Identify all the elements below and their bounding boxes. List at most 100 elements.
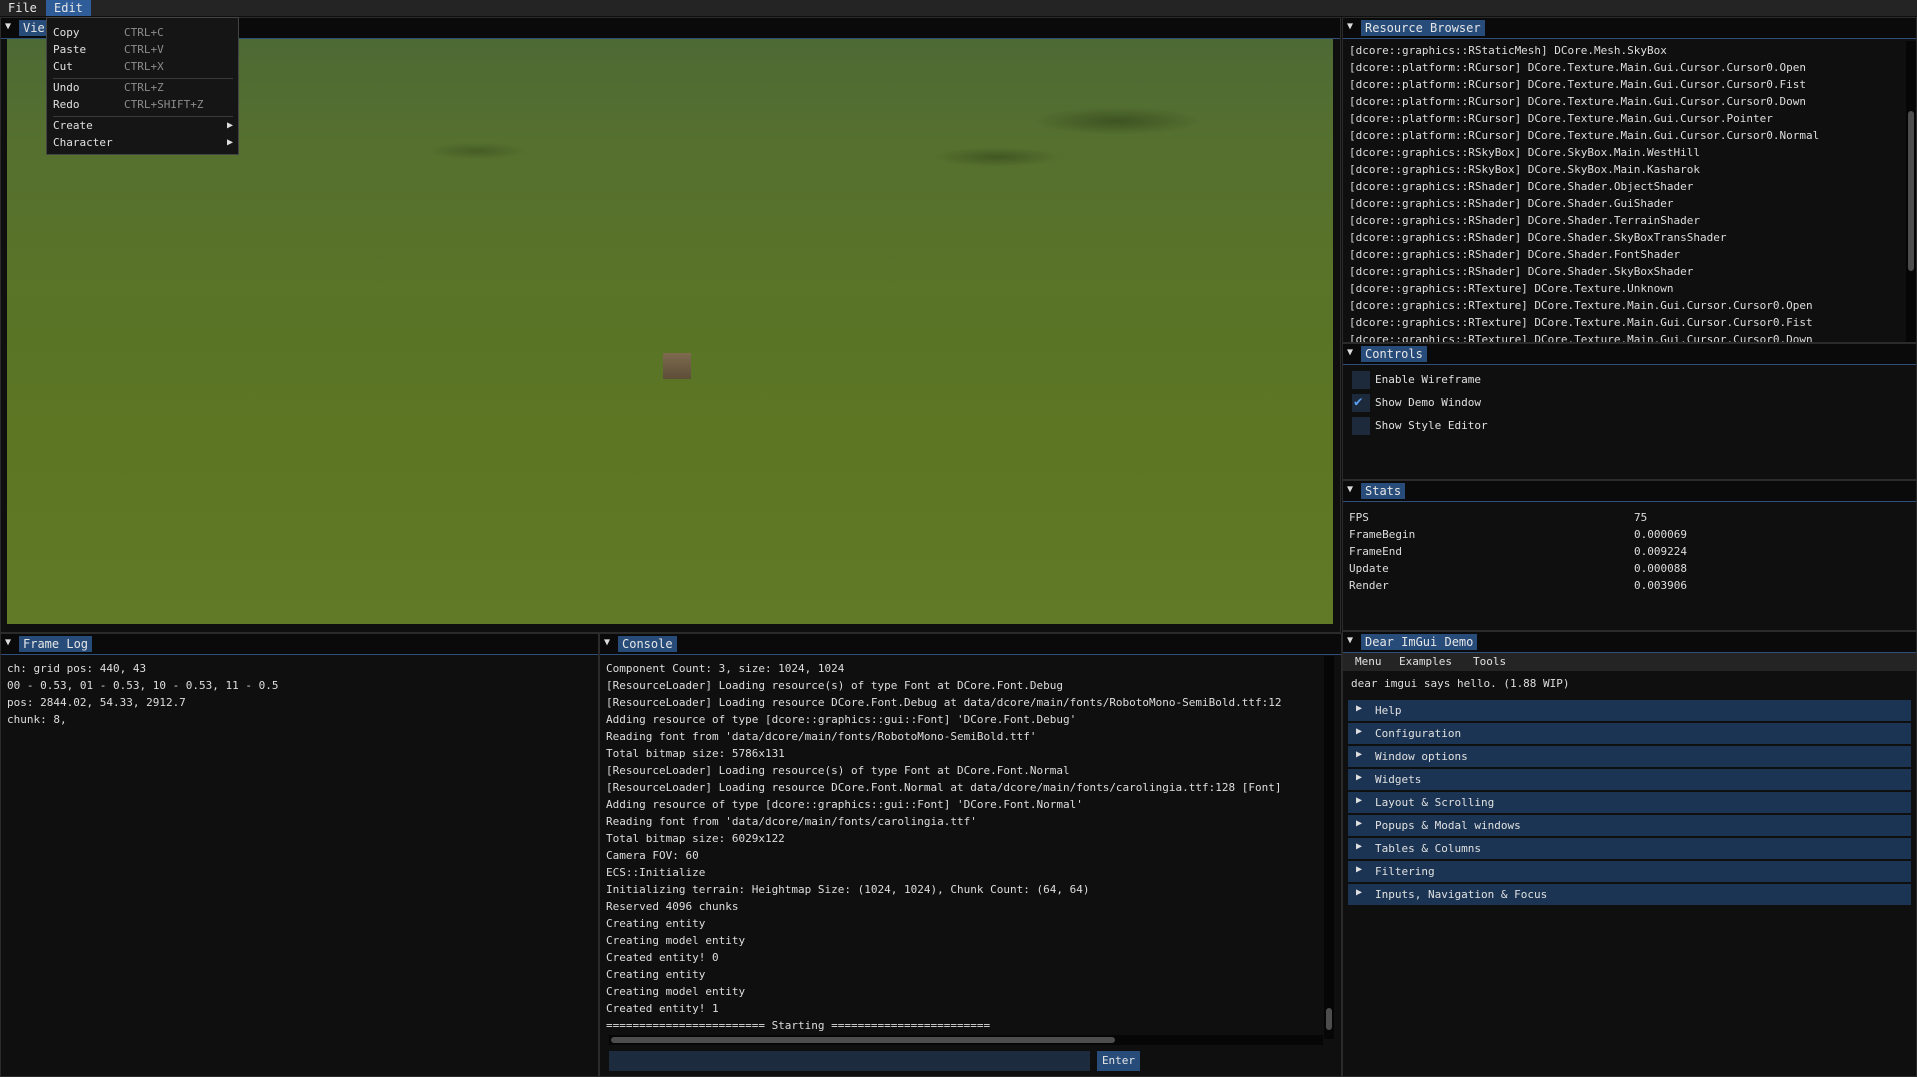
list-item[interactable]: [dcore::platform::RCursor] DCore.Texture… (1349, 112, 1773, 126)
menu-item-undo[interactable]: Undo CTRL+Z (53, 80, 233, 96)
menu-item-label: Copy (53, 26, 80, 39)
list-item[interactable]: [dcore::graphics::RTexture] DCore.Textur… (1349, 333, 1813, 342)
viewport-title: Vie (19, 20, 49, 36)
entity-cube (663, 353, 691, 379)
list-item[interactable]: [dcore::platform::RCursor] DCore.Texture… (1349, 129, 1819, 143)
console-line: ECS::Initialize (606, 866, 706, 879)
collapse-arrow-icon[interactable]: ▼ (5, 20, 17, 34)
scrollbar-grab[interactable] (1908, 111, 1914, 271)
console-titlebar: ▼ Console (600, 634, 1341, 655)
menu-item-create[interactable]: Create ▶ (53, 118, 233, 134)
header-label: Window options (1375, 750, 1468, 763)
list-item[interactable]: [dcore::graphics::RShader] DCore.Shader.… (1349, 265, 1693, 279)
show-style-editor-checkbox[interactable]: Show Style Editor (1352, 417, 1552, 435)
stats-titlebar: ▼ Stats (1343, 481, 1916, 502)
list-item[interactable]: [dcore::graphics::RSkyBox] DCore.SkyBox.… (1349, 163, 1700, 177)
header-configuration[interactable]: ▶ Configuration (1348, 723, 1911, 744)
show-demo-window-checkbox[interactable]: ✔ Show Demo Window (1352, 394, 1552, 412)
list-item[interactable]: [dcore::platform::RCursor] DCore.Texture… (1349, 61, 1806, 75)
console-line: Adding resource of type [dcore::graphics… (606, 798, 1083, 811)
list-item[interactable]: [dcore::graphics::RStaticMesh] DCore.Mes… (1349, 44, 1667, 58)
collapse-arrow-icon[interactable]: ▼ (1347, 483, 1359, 497)
console-line: Creating entity (606, 917, 706, 930)
header-label: Layout & Scrolling (1375, 796, 1495, 809)
console-horizontal-scrollbar[interactable] (609, 1035, 1323, 1045)
scrollbar-grab[interactable] (611, 1037, 1115, 1043)
header-filtering[interactable]: ▶ Filtering (1348, 861, 1911, 882)
list-item[interactable]: [dcore::graphics::RShader] DCore.Shader.… (1349, 214, 1700, 228)
imgui-demo-title: Dear ImGui Demo (1361, 634, 1478, 650)
menu-item-shortcut: CTRL+X (124, 60, 164, 73)
menu-item-character[interactable]: Character ▶ (53, 135, 233, 151)
menu-separator (53, 116, 233, 117)
menu-item-copy[interactable]: Copy CTRL+C (53, 25, 233, 41)
header-popups-modal[interactable]: ▶ Popups & Modal windows (1348, 815, 1911, 836)
menu-item-paste[interactable]: Paste CTRL+V (53, 42, 233, 58)
header-help[interactable]: ▶ Help (1348, 700, 1911, 721)
console-line: Camera FOV: 60 (606, 849, 699, 862)
console-line: Reading font from 'data/dcore/main/fonts… (606, 815, 977, 828)
menu-item-shortcut: CTRL+SHIFT+Z (124, 98, 204, 111)
menu-tools[interactable]: Tools (1473, 655, 1506, 668)
console-line: [ResourceLoader] Loading resource(s) of … (606, 764, 1070, 777)
checkbox-label: Show Demo Window (1375, 396, 1481, 409)
stat-value: 75 (1634, 511, 1648, 524)
list-item[interactable]: [dcore::graphics::RSkyBox] DCore.SkyBox.… (1349, 146, 1700, 160)
list-item[interactable]: [dcore::platform::RCursor] DCore.Texture… (1349, 95, 1806, 109)
hello-text: dear imgui says hello. (1.88 WIP) (1351, 677, 1570, 690)
stats-panel: ▼ Stats FPS 75 FrameBegin 0.000069 Frame… (1342, 480, 1917, 631)
collapse-arrow-icon[interactable]: ▼ (604, 636, 616, 650)
menu-examples[interactable]: Examples (1399, 655, 1452, 668)
header-label: Inputs, Navigation & Focus (1375, 888, 1548, 901)
menu-item-shortcut: CTRL+Z (124, 81, 164, 94)
console-output: Component Count: 3, size: 1024, 1024 [Re… (600, 656, 1323, 1038)
expand-arrow-icon: ▶ (1356, 841, 1363, 852)
expand-arrow-icon: ▶ (1356, 726, 1363, 737)
list-item[interactable]: [dcore::graphics::RShader] DCore.Shader.… (1349, 248, 1680, 262)
stat-label: FPS (1349, 511, 1369, 524)
imgui-demo-menubar: Menu Examples Tools (1343, 653, 1916, 671)
collapse-arrow-icon[interactable]: ▼ (1347, 346, 1359, 360)
stat-value: 0.000088 (1634, 562, 1687, 575)
menu-edit[interactable]: Edit (46, 0, 91, 16)
menu-item-redo[interactable]: Redo CTRL+SHIFT+Z (53, 97, 233, 113)
header-inputs-navigation[interactable]: ▶ Inputs, Navigation & Focus (1348, 884, 1911, 905)
collapse-arrow-icon[interactable]: ▼ (1347, 634, 1359, 648)
checkbox-box[interactable] (1352, 417, 1370, 435)
expand-arrow-icon: ▶ (1356, 749, 1363, 760)
checkbox-box[interactable]: ✔ (1352, 394, 1370, 412)
expand-arrow-icon: ▶ (1356, 795, 1363, 806)
menu-file[interactable]: File (0, 0, 45, 16)
header-widgets[interactable]: ▶ Widgets (1348, 769, 1911, 790)
console-panel: ▼ Console Component Count: 3, size: 1024… (599, 633, 1342, 1077)
menu-item-cut[interactable]: Cut CTRL+X (53, 59, 233, 75)
menu-bar: File Edit (0, 0, 1917, 16)
console-vertical-scrollbar[interactable] (1324, 656, 1334, 1039)
console-line: Creating model entity (606, 934, 746, 947)
header-layout-scrolling[interactable]: ▶ Layout & Scrolling (1348, 792, 1911, 813)
collapse-arrow-icon[interactable]: ▼ (5, 636, 17, 650)
list-item[interactable]: [dcore::graphics::RShader] DCore.Shader.… (1349, 180, 1693, 194)
list-item[interactable]: [dcore::graphics::RTexture] DCore.Textur… (1349, 299, 1813, 313)
list-item[interactable]: [dcore::graphics::RTexture] DCore.Textur… (1349, 316, 1813, 330)
header-window-options[interactable]: ▶ Window options (1348, 746, 1911, 767)
resource-scrollbar[interactable] (1906, 41, 1916, 342)
list-item[interactable]: [dcore::graphics::RTexture] DCore.Textur… (1349, 282, 1674, 296)
console-title: Console (618, 636, 677, 652)
console-line: Initializing terrain: Heightmap Size: (1… (606, 883, 1090, 896)
console-input[interactable] (609, 1051, 1090, 1071)
list-item[interactable]: [dcore::graphics::RShader] DCore.Shader.… (1349, 197, 1674, 211)
menu-menu[interactable]: Menu (1355, 655, 1382, 668)
enable-wireframe-checkbox[interactable]: Enable Wireframe (1352, 371, 1552, 389)
enter-button[interactable]: Enter (1097, 1051, 1140, 1071)
menu-item-shortcut: CTRL+C (124, 26, 164, 39)
checkbox-box[interactable] (1352, 371, 1370, 389)
list-item[interactable]: [dcore::platform::RCursor] DCore.Texture… (1349, 78, 1806, 92)
header-tables-columns[interactable]: ▶ Tables & Columns (1348, 838, 1911, 859)
list-item[interactable]: [dcore::graphics::RShader] DCore.Shader.… (1349, 231, 1727, 245)
collapse-arrow-icon[interactable]: ▼ (1347, 20, 1359, 34)
header-label: Tables & Columns (1375, 842, 1481, 855)
stat-value: 0.009224 (1634, 545, 1687, 558)
console-line: [ResourceLoader] Loading resource DCore.… (606, 781, 1282, 794)
scrollbar-grab[interactable] (1326, 1008, 1332, 1030)
